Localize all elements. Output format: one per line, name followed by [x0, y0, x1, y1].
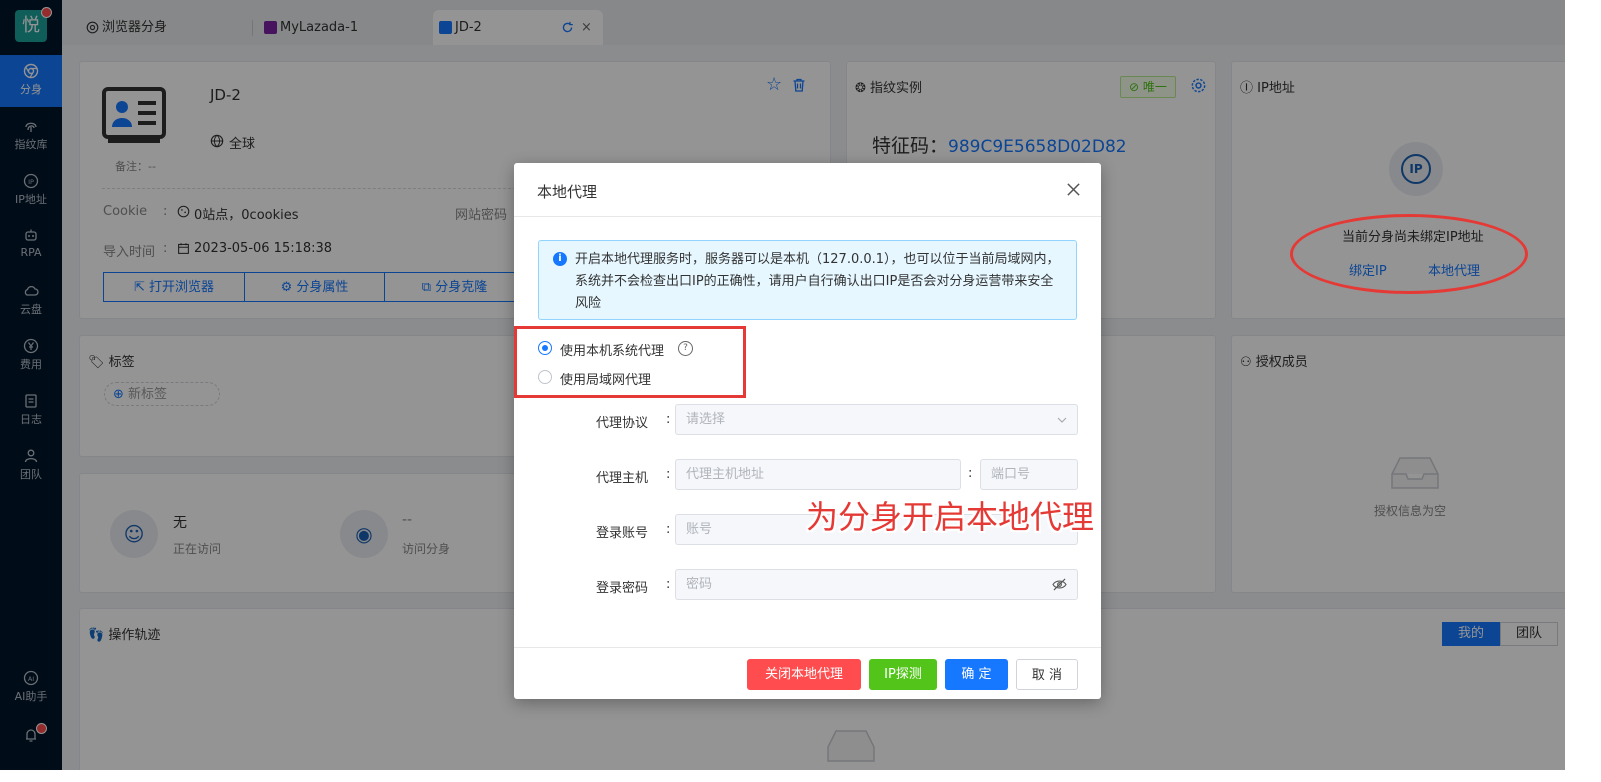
alert-text: 开启本地代理服务时，服务器可以是本机（127.0.0.1），也可以位于当前局域网…: [575, 252, 1060, 311]
annotation-highlight-ellipse: [1290, 214, 1528, 294]
protocol-select[interactable]: 请选择: [675, 404, 1078, 435]
modal-header: 本地代理: [514, 163, 1101, 217]
port-input[interactable]: 端口号: [980, 459, 1078, 490]
close-local-proxy-button[interactable]: 关闭本地代理: [747, 659, 861, 690]
local-proxy-modal: 本地代理 i 开启本地代理服务时，服务器可以是本机（127.0.0.1），也可以…: [514, 163, 1101, 699]
password-label: 登录密码: [596, 581, 649, 596]
modal-footer: 关闭本地代理 IP探测 确 定 取 消: [514, 647, 1101, 700]
info-icon: i: [553, 252, 567, 266]
host-label: 代理主机: [596, 471, 649, 486]
eye-hidden-icon[interactable]: [1052, 578, 1067, 591]
confirm-button[interactable]: 确 定: [945, 659, 1008, 690]
ip-detect-button[interactable]: IP探测: [869, 659, 937, 690]
modal-title: 本地代理: [537, 183, 598, 201]
annotation-highlight-box: [514, 326, 746, 398]
close-icon[interactable]: [1066, 182, 1081, 197]
annotation-caption: 为分身开启本地代理: [806, 498, 1095, 536]
cancel-button[interactable]: 取 消: [1016, 659, 1078, 690]
proxy-info-alert: i 开启本地代理服务时，服务器可以是本机（127.0.0.1），也可以位于当前局…: [538, 240, 1077, 320]
host-input[interactable]: 代理主机地址: [675, 459, 961, 490]
password-input[interactable]: 密码: [675, 569, 1078, 600]
app-window: 悦 分身 指纹库 IP IP地址 RPA 云盘 费用 日志 团队 AI AI助手…: [0, 0, 1565, 770]
account-label: 登录账号: [596, 526, 649, 541]
protocol-label: 代理协议: [596, 416, 649, 431]
chevron-down-icon: [1057, 417, 1067, 423]
